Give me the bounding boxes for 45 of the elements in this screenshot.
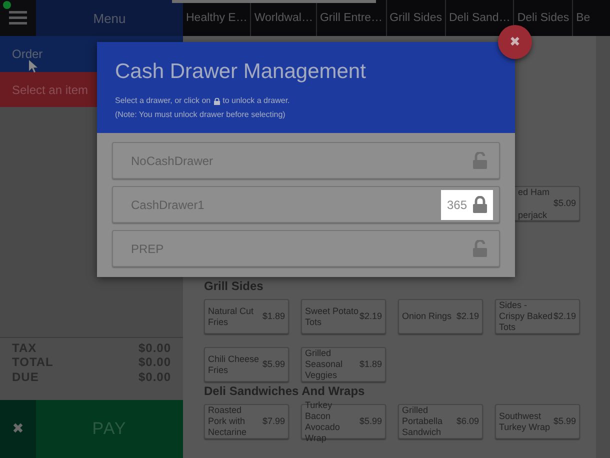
category-tab[interactable]: Grill Entre… — [316, 0, 387, 36]
item-name: Grilled Portabella Sandwich — [402, 405, 444, 438]
item-name: Chili Cheese Fries — [208, 354, 260, 376]
item-price: $1.89 — [359, 359, 382, 370]
category-tab[interactable]: Healthy E… — [183, 0, 252, 36]
menu-item-card[interactable]: Grilled Portabella Sandwich $6.09 — [398, 404, 483, 439]
scrollbar-track[interactable] — [596, 36, 610, 458]
menu-item-card[interactable]: Grilled Seasonal Veggies $1.89 — [301, 347, 386, 382]
menu-header: Menu — [36, 0, 183, 36]
category-tab[interactable]: Grill Sides — [386, 0, 446, 36]
item-name: Roasted Pork with Nectarine — [208, 405, 248, 438]
cancel-button[interactable]: ✖ — [0, 400, 36, 458]
drawer-count: 365 — [446, 198, 467, 212]
item-name: Sweet Potato Tots — [305, 306, 360, 328]
item-price: $2.19 — [456, 311, 479, 322]
unlocked-lock-icon[interactable] — [473, 240, 487, 257]
lock-icon — [214, 98, 220, 104]
item-price: $1.89 — [262, 311, 285, 322]
item-price: $6.09 — [456, 416, 479, 427]
item-price: $2.19 — [553, 311, 576, 322]
category-tab[interactable]: Be — [573, 0, 594, 36]
menu-item-card[interactable]: Onion Rings $2.19 — [398, 299, 483, 334]
item-name: Southwest Turkey Wrap — [499, 410, 552, 432]
item-price: $5.09 — [553, 198, 576, 209]
dialog-note: (Note: You must unlock drawer before selecting) — [115, 109, 286, 121]
item-price: $7.99 — [262, 416, 285, 427]
item-name: Natural Cut Fries — [208, 306, 255, 328]
item-name: Sides - Crispy Baked Tots — [499, 300, 554, 333]
status-dot-icon — [3, 1, 11, 9]
menu-icon — [9, 11, 27, 25]
lock-icon[interactable] — [473, 196, 487, 213]
unlocked-lock-icon[interactable] — [473, 152, 487, 169]
cursor-icon — [29, 60, 38, 73]
item-price: $5.99 — [262, 359, 285, 370]
menu-item-card[interactable]: Roasted Pork with Nectarine $7.99 — [204, 404, 289, 439]
item-name: Grilled Seasonal Veggies — [305, 348, 344, 381]
item-name: ed Ham perjack — [518, 186, 550, 220]
item-name: Onion Rings — [402, 311, 453, 322]
category-tab[interactable]: Worldwal… — [251, 0, 317, 36]
menu-item-card[interactable]: Sides - Crispy Baked Tots $2.19 — [495, 299, 580, 334]
item-price: $5.99 — [553, 416, 576, 427]
item-price: $5.99 — [359, 416, 382, 427]
menu-button[interactable] — [0, 0, 36, 36]
dialog-hint: to unlock a drawer. — [222, 95, 290, 107]
item-price: $2.19 — [359, 311, 382, 322]
